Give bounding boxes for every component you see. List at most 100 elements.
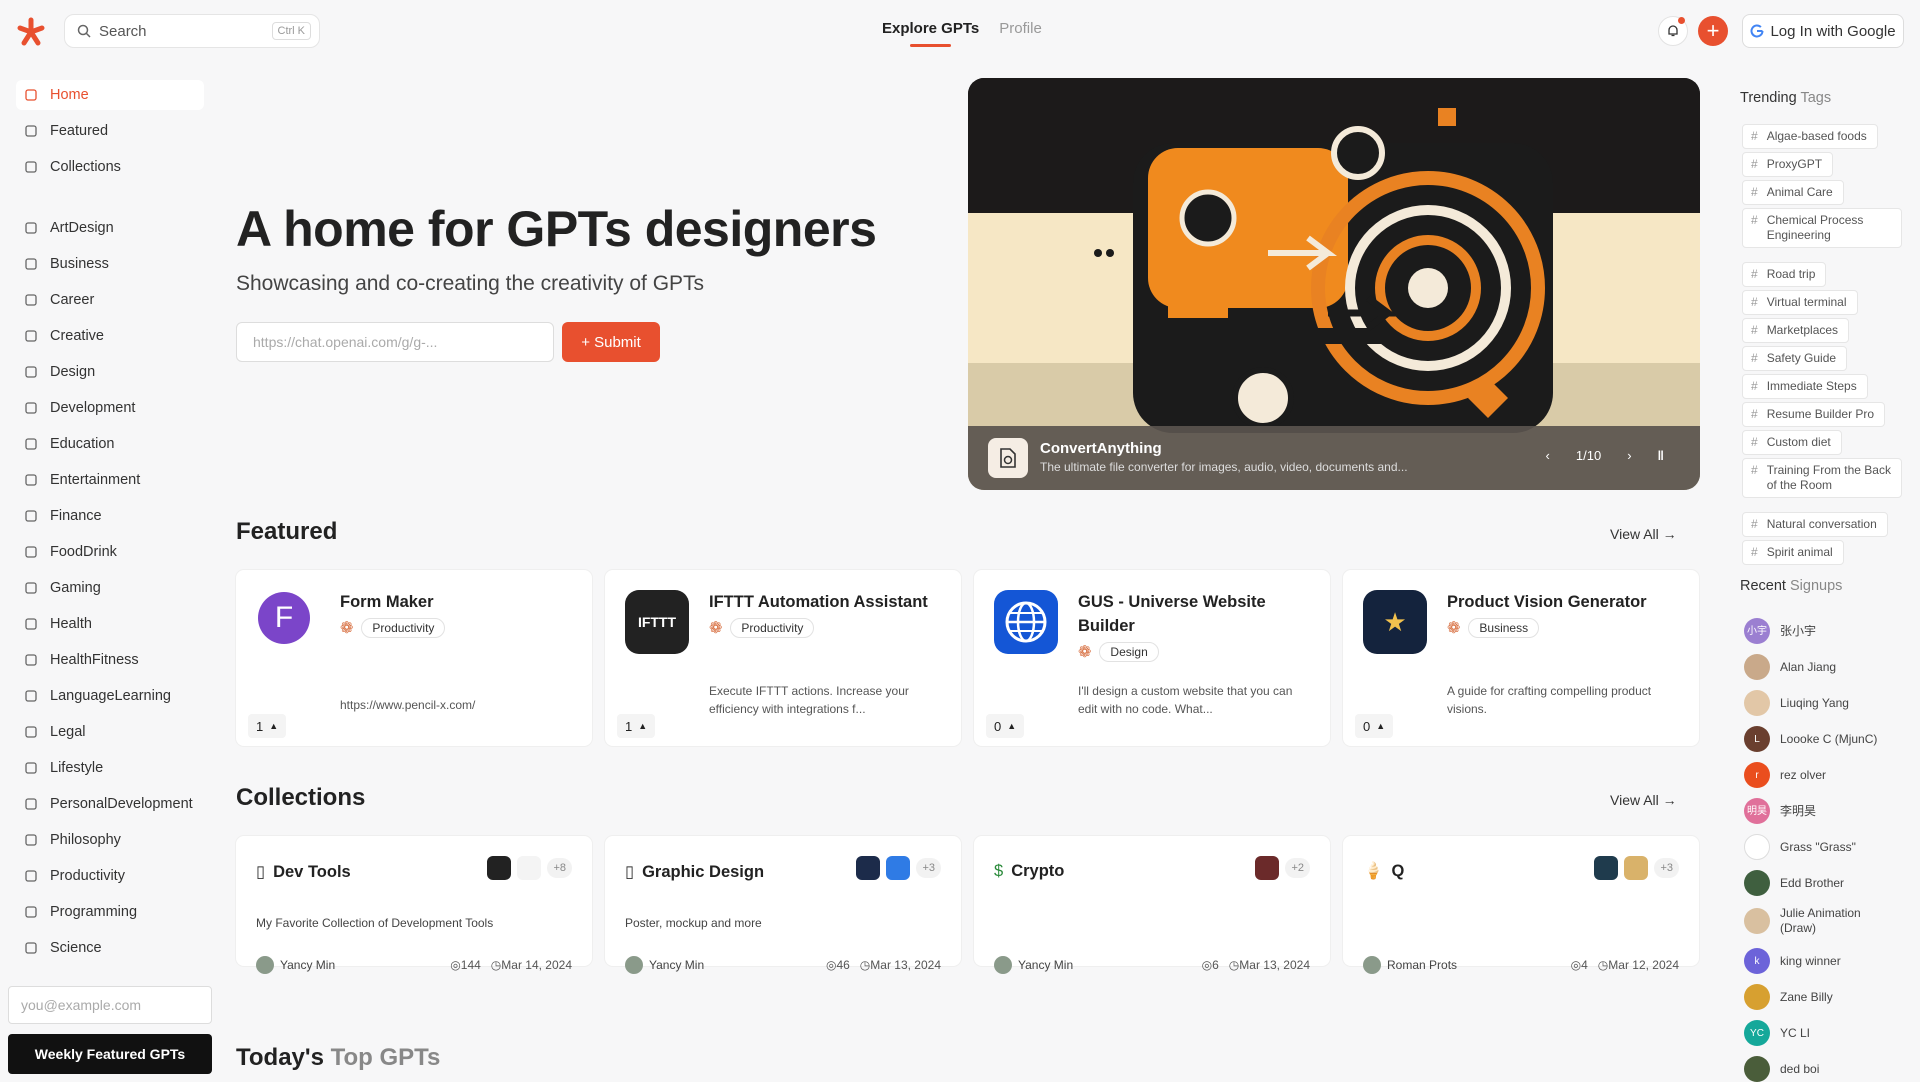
sidebar-item-finance[interactable]: Finance bbox=[16, 501, 204, 531]
sidebar-item-programming[interactable]: Programming bbox=[16, 897, 204, 927]
google-login-button[interactable]: Log In with Google bbox=[1742, 14, 1904, 48]
trending-tag[interactable]: # Virtual terminal bbox=[1742, 290, 1858, 315]
trending-tag[interactable]: # Custom diet bbox=[1742, 430, 1842, 455]
sidebar-item-label: Gaming bbox=[50, 580, 101, 596]
carousel-pause-icon[interactable]: ‖ bbox=[1658, 448, 1664, 463]
upvote-button[interactable]: 0 ▲ bbox=[1355, 714, 1393, 738]
category-tag[interactable]: Productivity bbox=[361, 618, 446, 638]
collection-card[interactable]: ▯ Graphic Design +3 Poster, mockup and more… bbox=[605, 836, 961, 974]
signup-user[interactable]: ded boi bbox=[1744, 1056, 1900, 1082]
trending-tag[interactable]: # Marketplaces bbox=[1742, 318, 1850, 343]
featured-view-all-link[interactable]: View All → bbox=[1610, 526, 1677, 542]
signup-user[interactable]: Zane Billy bbox=[1744, 984, 1900, 1010]
asterisk-logo-icon[interactable] bbox=[16, 17, 46, 47]
upvote-button[interactable]: 1 ▲ bbox=[617, 714, 655, 738]
featured-carousel[interactable]: ConvertAnything The ultimate file conver… bbox=[968, 78, 1700, 490]
signup-user[interactable]: k king winner bbox=[1744, 948, 1900, 974]
user-name: rez olver bbox=[1780, 767, 1827, 782]
newsletter-email-input[interactable]: you@example.com bbox=[8, 986, 212, 1024]
carousel-prev-icon[interactable]: ‹ bbox=[1546, 448, 1550, 463]
globe-icon bbox=[994, 590, 1058, 654]
sidebar-item-health[interactable]: Health bbox=[16, 609, 204, 639]
sidebar-item-entertainment[interactable]: Entertainment bbox=[16, 465, 204, 495]
sidebar-item-creative[interactable]: Creative bbox=[16, 321, 204, 351]
signup-user[interactable]: Liuqing Yang bbox=[1744, 690, 1900, 716]
sidebar-item-gaming[interactable]: Gaming bbox=[16, 573, 204, 603]
carousel-title[interactable]: ConvertAnything bbox=[1040, 440, 1162, 457]
sidebar-item-productivity[interactable]: Productivity bbox=[16, 861, 204, 891]
trending-tag[interactable]: # Immediate Steps bbox=[1742, 374, 1868, 399]
trending-tag[interactable]: # Animal Care bbox=[1742, 180, 1844, 205]
trending-tag[interactable]: # Chemical Process Engineering bbox=[1742, 208, 1902, 248]
trending-tag[interactable]: # Algae-based foods bbox=[1742, 124, 1878, 149]
tab-explore-gpts[interactable]: Explore GPTs bbox=[882, 20, 979, 47]
signup-user[interactable]: Grass "Grass" bbox=[1744, 834, 1900, 860]
signup-user[interactable]: Edd Brother bbox=[1744, 870, 1900, 896]
sidebar-item-healthfitness[interactable]: HealthFitness bbox=[16, 645, 204, 675]
category-tag[interactable]: Productivity bbox=[730, 618, 815, 638]
collections-view-all-link[interactable]: View All → bbox=[1610, 792, 1677, 808]
sidebar-item-design[interactable]: Design bbox=[16, 357, 204, 387]
create-button[interactable]: + bbox=[1698, 16, 1728, 46]
gpt-url-input[interactable]: https://chat.openai.com/g/g-... bbox=[236, 322, 554, 362]
collection-card[interactable]: $ Crypto +2 Yancy Min ◎6 ◷Mar 13, 2024 bbox=[974, 836, 1330, 974]
sidebar-item-education[interactable]: Education bbox=[16, 429, 204, 459]
signup-user[interactable]: YC YC LI bbox=[1744, 1020, 1900, 1046]
collection-card[interactable]: 🍦 Q +3 Roman Prots ◎4 ◷Mar 12, 2024 bbox=[1343, 836, 1699, 974]
dollar-icon bbox=[25, 510, 37, 522]
sidebar-item-collections[interactable]: Collections bbox=[16, 152, 204, 182]
sidebar-item-artdesign[interactable]: ArtDesign bbox=[16, 213, 204, 243]
trending-tag[interactable]: # Road trip bbox=[1742, 262, 1827, 287]
sidebar-item-label: LanguageLearning bbox=[50, 688, 171, 704]
featured-card[interactable]: GUS - Universe Website Builder ❁ Design I… bbox=[974, 570, 1330, 746]
signup-user[interactable]: Alan Jiang bbox=[1744, 654, 1900, 680]
sidebar-item-business[interactable]: Business bbox=[16, 249, 204, 279]
sidebar-item-home[interactable]: Home bbox=[16, 80, 204, 110]
sidebar-item-personaldevelopment[interactable]: PersonalDevelopment bbox=[16, 789, 204, 819]
category-tag[interactable]: Business bbox=[1468, 618, 1540, 638]
sidebar-item-lifestyle[interactable]: Lifestyle bbox=[16, 753, 204, 783]
upvote-button[interactable]: 0 ▲ bbox=[986, 714, 1024, 738]
sidebar-item-featured[interactable]: Featured bbox=[16, 116, 204, 146]
trending-tag[interactable]: # Training From the Back of the Room bbox=[1742, 458, 1902, 498]
signup-user[interactable]: 明昊 李明昊 bbox=[1744, 798, 1900, 824]
notification-button[interactable] bbox=[1658, 16, 1688, 46]
sidebar-item-languagelearning[interactable]: LanguageLearning bbox=[16, 681, 204, 711]
author-name[interactable]: Roman Prots bbox=[1387, 958, 1457, 972]
upvote-button[interactable]: 1 ▲ bbox=[248, 714, 286, 738]
category-tag[interactable]: Design bbox=[1099, 642, 1159, 662]
user-avatar bbox=[1744, 1056, 1770, 1082]
collection-card[interactable]: ▯ Dev Tools +8 My Favorite Collection of De… bbox=[236, 836, 592, 974]
signup-user[interactable]: L Loooke C (MjunC) bbox=[1744, 726, 1900, 752]
user-name: Alan Jiang bbox=[1780, 659, 1837, 674]
more-count: +2 bbox=[1285, 858, 1310, 878]
search-box[interactable]: Search Ctrl K bbox=[64, 14, 320, 48]
trending-tag[interactable]: # Natural conversation bbox=[1742, 512, 1888, 537]
sidebar-item-label: Programming bbox=[50, 904, 138, 920]
hash-icon: # bbox=[1751, 323, 1758, 337]
carousel-next-icon[interactable]: › bbox=[1627, 448, 1631, 463]
tab-profile[interactable]: Profile bbox=[999, 20, 1042, 45]
sidebar-item-career[interactable]: Career bbox=[16, 285, 204, 315]
sidebar-item-legal[interactable]: Legal bbox=[16, 717, 204, 747]
trending-tag[interactable]: # ProxyGPT bbox=[1742, 152, 1834, 177]
trending-tag[interactable]: # Spirit animal bbox=[1742, 540, 1844, 565]
signup-user[interactable]: r rez olver bbox=[1744, 762, 1900, 788]
sidebar-item-science[interactable]: Science bbox=[16, 933, 204, 963]
trending-tag[interactable]: # Resume Builder Pro bbox=[1742, 402, 1886, 427]
sidebar-item-label: Entertainment bbox=[50, 472, 141, 488]
featured-card[interactable]: IFTTT IFTTT Automation Assistant ❁ Produc… bbox=[605, 570, 961, 746]
weekly-featured-button[interactable]: Weekly Featured GPTs bbox=[8, 1034, 212, 1074]
signup-user[interactable]: Julie Animation (Draw) bbox=[1744, 906, 1900, 936]
sidebar-item-philosophy[interactable]: Philosophy bbox=[16, 825, 204, 855]
trending-tag[interactable]: # Safety Guide bbox=[1742, 346, 1848, 371]
featured-card[interactable]: F Form Maker ❁ Productivity https://www.p… bbox=[236, 570, 592, 746]
sidebar-item-fooddrink[interactable]: FoodDrink bbox=[16, 537, 204, 567]
sidebar-item-development[interactable]: Development bbox=[16, 393, 204, 423]
author-name[interactable]: Yancy Min bbox=[649, 958, 704, 972]
featured-card[interactable]: ★ Product Vision Generator ❁ Business A g… bbox=[1343, 570, 1699, 746]
signup-user[interactable]: 小宇 张小宇 bbox=[1744, 618, 1900, 644]
submit-button[interactable]: + Submit bbox=[562, 322, 660, 362]
author-name[interactable]: Yancy Min bbox=[1018, 958, 1073, 972]
author-name[interactable]: Yancy Min bbox=[280, 958, 335, 972]
